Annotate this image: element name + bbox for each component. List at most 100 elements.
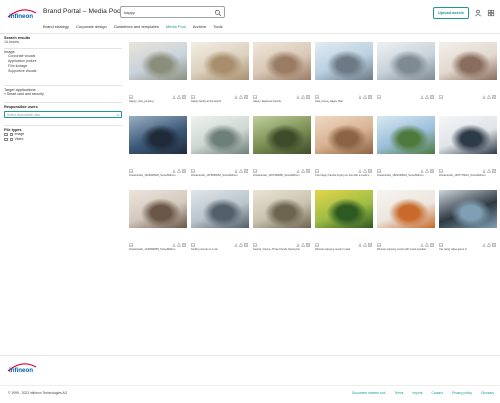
expand-icon[interactable]: +	[4, 137, 8, 142]
asset-card[interactable]: Car using video game in	[439, 190, 497, 254]
more-icon[interactable]	[368, 243, 372, 247]
asset-caption[interactable]: Happy Japanese friends	[253, 100, 311, 103]
asset-card[interactable]: Happy Japanese friends	[253, 42, 311, 106]
download-icon[interactable]	[234, 169, 238, 173]
file-type-item[interactable]: + Video	[4, 137, 122, 142]
asset-caption[interactable]: shutterstock_1947776621_ScreeMidium	[439, 174, 497, 177]
asset-card[interactable]: Happy_man_jumping	[129, 42, 187, 106]
search-box[interactable]	[120, 6, 225, 18]
nav-item[interactable]: Tools	[213, 24, 222, 29]
file-type-checkbox[interactable]	[9, 133, 13, 136]
asset-card[interactable]: Smiling woman in a car	[191, 190, 249, 254]
asset-thumbnail[interactable]	[439, 42, 497, 80]
share-icon[interactable]	[363, 169, 367, 173]
asset-card[interactable]: Austria, Vienna, Three friends having fu…	[253, 190, 311, 254]
download-icon[interactable]	[296, 169, 300, 173]
download-icon[interactable]	[172, 169, 176, 173]
download-icon[interactable]	[234, 243, 238, 247]
more-icon[interactable]	[368, 95, 372, 99]
download-icon[interactable]	[296, 243, 300, 247]
responsible-user-select[interactable]: Select responsible user	[4, 111, 122, 118]
asset-thumbnail[interactable]	[315, 190, 373, 228]
download-icon[interactable]	[482, 95, 486, 99]
asset-thumbnail[interactable]	[377, 190, 435, 228]
share-icon[interactable]	[487, 95, 491, 99]
asset-thumbnail[interactable]	[315, 42, 373, 80]
footer-link[interactable]: Contact	[431, 391, 442, 395]
share-icon[interactable]	[239, 243, 243, 247]
nav-item[interactable]: Brand strategy	[43, 24, 69, 29]
share-icon[interactable]	[177, 95, 181, 99]
asset-thumbnail[interactable]	[315, 116, 373, 154]
asset-card[interactable]: Asia_Korea_Happy Man	[315, 42, 373, 106]
more-icon[interactable]	[368, 169, 372, 173]
asset-thumbnail[interactable]	[377, 116, 435, 154]
asset-thumbnail[interactable]	[129, 116, 187, 154]
nav-item[interactable]: Corporate design	[76, 24, 107, 29]
more-icon[interactable]	[430, 169, 434, 173]
infineon-logo[interactable]: infineon	[6, 7, 38, 21]
asset-caption[interactable]: Car using video game in	[439, 248, 497, 251]
share-icon[interactable]	[177, 243, 181, 247]
more-icon[interactable]	[244, 95, 248, 99]
share-icon[interactable]	[239, 169, 243, 173]
download-icon[interactable]	[420, 95, 424, 99]
share-icon[interactable]	[301, 169, 305, 173]
asset-card[interactable]: shutterstock_1975836562_ScreeMidium	[191, 116, 249, 180]
asset-card[interactable]	[377, 42, 435, 106]
more-icon[interactable]	[306, 95, 310, 99]
asset-caption[interactable]: Woman enjoying music in park	[315, 248, 373, 251]
asset-caption[interactable]: shutterstock_1146999058_ScreeMidium	[129, 248, 187, 251]
asset-card[interactable]: Two happy friends buying on line with a …	[315, 116, 373, 180]
asset-caption[interactable]: shutterstock_1820199501_ScreeMidium	[377, 174, 435, 177]
more-icon[interactable]	[182, 243, 186, 247]
asset-caption[interactable]: Asia_Korea_Happy Man	[315, 100, 373, 103]
asset-card[interactable]: shutterstock_1820199501_ScreeMidium	[377, 116, 435, 180]
share-icon[interactable]	[301, 243, 305, 247]
nav-item[interactable]: Media Pool	[166, 24, 186, 29]
share-icon[interactable]	[425, 169, 429, 173]
download-icon[interactable]	[358, 243, 362, 247]
share-icon[interactable]	[301, 95, 305, 99]
asset-thumbnail[interactable]	[129, 190, 187, 228]
image-filter-item[interactable]: Supportive visuals	[4, 69, 122, 74]
asset-thumbnail[interactable]	[253, 42, 311, 80]
asset-card[interactable]: Woman enjoying music in park	[315, 190, 373, 254]
more-icon[interactable]	[430, 243, 434, 247]
share-icon[interactable]	[487, 243, 491, 247]
footer-infineon-logo[interactable]: infineon	[6, 361, 38, 375]
asset-card[interactable]	[439, 42, 497, 106]
asset-thumbnail[interactable]	[191, 116, 249, 154]
asset-thumbnail[interactable]	[129, 42, 187, 80]
more-icon[interactable]	[492, 95, 496, 99]
asset-caption[interactable]: shutterstock_1497338286_ScreeMidium	[253, 174, 311, 177]
asset-caption[interactable]: Happy family at the airport	[191, 100, 249, 103]
share-icon[interactable]	[177, 169, 181, 173]
footer-link[interactable]: Privacy policy	[452, 391, 472, 395]
more-icon[interactable]	[492, 243, 496, 247]
menu-icon[interactable]	[487, 9, 495, 17]
download-icon[interactable]	[420, 243, 424, 247]
more-icon[interactable]	[182, 169, 186, 173]
user-icon[interactable]	[474, 9, 482, 17]
download-icon[interactable]	[234, 95, 238, 99]
more-icon[interactable]	[492, 169, 496, 173]
more-icon[interactable]	[430, 95, 434, 99]
asset-caption[interactable]: Two happy friends buying on line with a …	[315, 174, 373, 177]
asset-caption[interactable]: shutterstock_1975836562_ScreeMidium	[191, 174, 249, 177]
footer-link[interactable]: Document number tool	[352, 391, 385, 395]
search-input[interactable]	[124, 8, 212, 17]
asset-thumbnail[interactable]	[191, 190, 249, 228]
asset-thumbnail[interactable]	[253, 116, 311, 154]
download-icon[interactable]	[296, 95, 300, 99]
download-icon[interactable]	[482, 243, 486, 247]
search-icon[interactable]	[214, 9, 222, 17]
asset-card[interactable]: shutterstock_1146999058_ScreeMidium	[129, 190, 187, 254]
download-icon[interactable]	[482, 169, 486, 173]
download-icon[interactable]	[172, 243, 176, 247]
asset-thumbnail[interactable]	[439, 116, 497, 154]
asset-thumbnail[interactable]	[253, 190, 311, 228]
file-type-checkbox[interactable]	[9, 138, 13, 141]
more-icon[interactable]	[244, 243, 248, 247]
share-icon[interactable]	[363, 243, 367, 247]
